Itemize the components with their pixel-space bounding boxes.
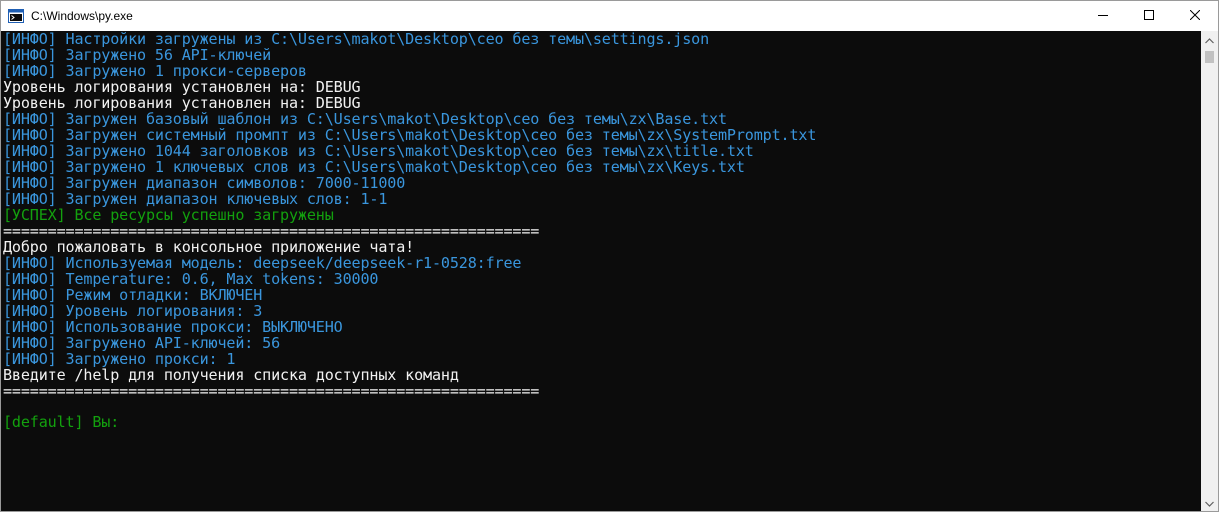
minimize-icon <box>1098 7 1108 25</box>
scroll-up-arrow-icon <box>1205 31 1214 49</box>
input-prompt[interactable]: [default] Вы: <box>3 414 1201 430</box>
maximize-button[interactable] <box>1126 1 1172 31</box>
maximize-icon <box>1144 7 1154 25</box>
window-title: C:\Windows\py.exe <box>31 9 133 23</box>
console-line: [ИНФО] Используемая модель: deepseek/dee… <box>3 254 522 272</box>
console-line: [ИНФО] Загружено 56 API-ключей <box>3 46 272 64</box>
console-line: [ИНФО] Загружено 1 ключевых слов из C:\U… <box>3 158 745 176</box>
console-line: Уровень логирования установлен на: DEBUG <box>3 78 361 96</box>
console-line: [ИНФО] Загружено 1044 заголовков из C:\U… <box>3 142 754 160</box>
console-window: C:\Windows\py.exe [ИНФО] Настройки загру… <box>0 0 1219 512</box>
console-line: Добро пожаловать в консольное приложение… <box>3 238 415 256</box>
console-line: [ИНФО] Использование прокси: ВЫКЛЮЧЕНО <box>3 318 343 336</box>
console-line: [ИНФО] Загружено 1 прокси-серверов <box>3 62 307 80</box>
scroll-down-arrow-icon <box>1205 494 1214 512</box>
console-line: [ИНФО] Загружен системный промпт из C:\U… <box>3 126 817 144</box>
console-line: [ИНФО] Temperature: 0.6, Max tokens: 300… <box>3 270 379 288</box>
console-line: [ИНФО] Уровень логирования: 3 <box>3 302 263 320</box>
console-line: [ИНФО] Загружено API-ключей: 56 <box>3 334 281 352</box>
close-icon <box>1189 7 1201 25</box>
console-output[interactable]: [ИНФО] Настройки загружены из C:\Users\m… <box>1 31 1201 511</box>
console-line: [ИНФО] Загружен диапазон символов: 7000-… <box>3 174 406 192</box>
console-line: [ИНФО] Режим отладки: ВКЛЮЧЕН <box>3 286 263 304</box>
title-bar[interactable]: C:\Windows\py.exe <box>1 1 1218 31</box>
scroll-up-button[interactable] <box>1201 31 1218 48</box>
python-console-icon <box>8 8 24 24</box>
separator-line: ========================================… <box>3 222 540 240</box>
scroll-thumb[interactable] <box>1205 51 1214 63</box>
separator-line: ========================================… <box>3 382 540 400</box>
console-line: [ИНФО] Настройки загружены из C:\Users\m… <box>3 31 710 48</box>
window-controls <box>1080 1 1218 31</box>
console-line: Введите /help для получения списка досту… <box>3 366 459 384</box>
close-button[interactable] <box>1172 1 1218 31</box>
console-line: [УСПЕХ] Все ресурсы успешно загружены <box>3 206 334 224</box>
console-line: Уровень логирования установлен на: DEBUG <box>3 94 361 112</box>
minimize-button[interactable] <box>1080 1 1126 31</box>
console-line: [ИНФО] Загружен диапазон ключевых слов: … <box>3 190 388 208</box>
console-line: [ИНФО] Загружен базовый шаблон из C:\Use… <box>3 110 727 128</box>
console-line: [ИНФО] Загружено прокси: 1 <box>3 350 236 368</box>
scroll-down-button[interactable] <box>1201 494 1218 511</box>
vertical-scrollbar[interactable] <box>1201 31 1218 511</box>
